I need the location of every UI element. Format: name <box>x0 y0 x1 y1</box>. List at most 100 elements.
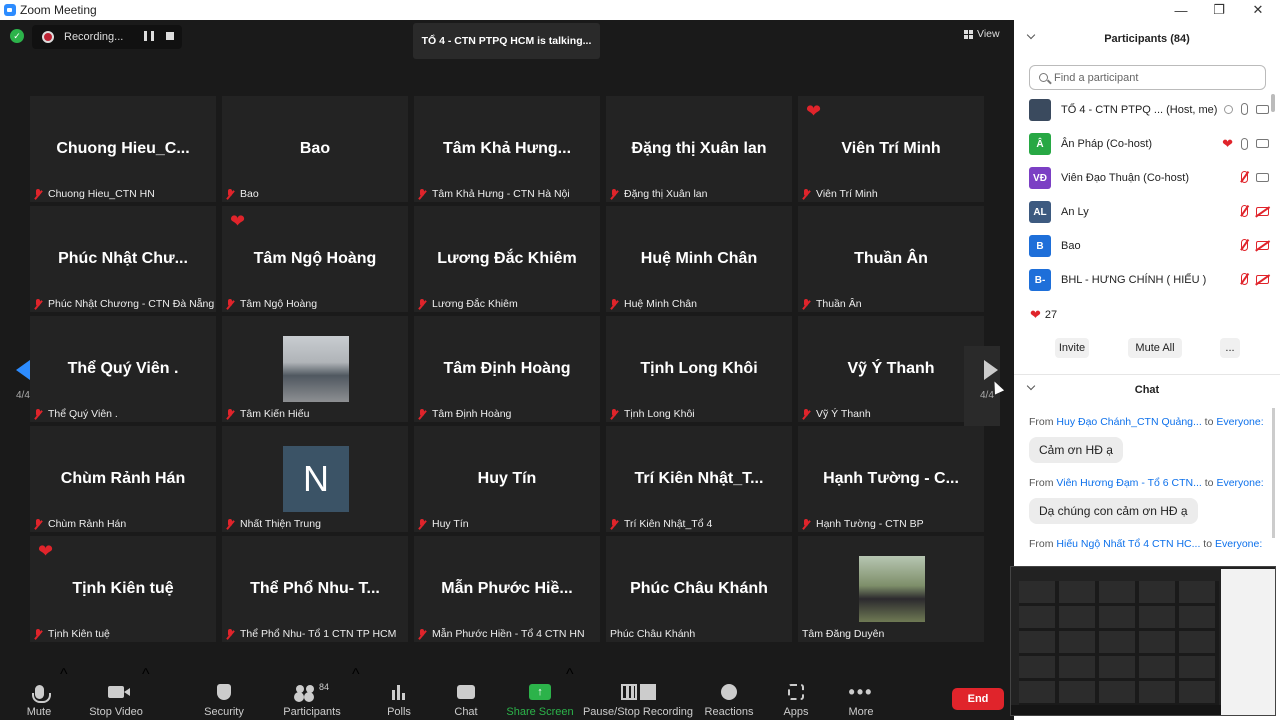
to-word: to <box>1204 477 1214 489</box>
participant-tile[interactable]: Tâm Kiến Hiếu <box>222 316 408 422</box>
share-screen-button[interactable]: ↑ Share Screen <box>506 666 574 720</box>
participant-row[interactable]: B Bao <box>1029 229 1269 263</box>
muted-mic-icon[interactable] <box>1241 205 1248 217</box>
previous-page-button[interactable]: 4/4 <box>10 346 38 426</box>
participant-tile[interactable]: Huệ Minh Chân Huệ Minh Chân <box>606 206 792 312</box>
participant-tile[interactable]: Vỹ Ý Thanh Vỹ Ý Thanh <box>798 316 984 422</box>
audio-options-caret[interactable]: ^ <box>60 666 68 720</box>
participant-name-label: Lương Đắc Khiêm <box>418 298 518 310</box>
participant-tile[interactable]: Hạnh Tường - C... Hạnh Tường - CTN BP <box>798 426 984 532</box>
participant-tile[interactable]: Đặng thị Xuân lan Đặng thị Xuân lan <box>606 96 792 202</box>
microphone-icon[interactable] <box>1241 137 1248 150</box>
video-off-icon[interactable] <box>1256 274 1269 284</box>
collapse-chat-chevron-icon[interactable] <box>1026 381 1036 391</box>
chat-sender[interactable]: Hiếu Ngộ Nhất Tổ 4 CTN HC... <box>1056 538 1200 550</box>
participant-tile[interactable]: Thể Quý Viên . Thể Quý Viên . <box>30 316 216 422</box>
apps-button[interactable]: Apps <box>782 666 810 720</box>
participant-tile[interactable]: Tịnh Kiên tuệ ❤ Tịnh Kiên tuệ <box>30 536 216 642</box>
participant-tile[interactable]: Phúc Nhật Chư... Phúc Nhật Chương - CTN Đ… <box>30 206 216 312</box>
participants-button[interactable]: 84 Participants <box>282 666 342 720</box>
pause-recording-icon[interactable] <box>144 31 154 41</box>
stop-video-button[interactable]: Stop Video <box>88 666 144 720</box>
muted-mic-icon[interactable] <box>1241 171 1248 183</box>
mute-button[interactable]: Mute <box>20 666 58 720</box>
muted-mic-icon <box>226 188 234 200</box>
security-button[interactable]: Security <box>200 666 248 720</box>
video-options-caret[interactable]: ^ <box>142 666 150 720</box>
participant-search-input[interactable] <box>1054 71 1254 84</box>
chat-button[interactable]: Chat <box>452 666 480 720</box>
from-word: From <box>1029 477 1054 489</box>
microphone-icon <box>31 685 51 703</box>
participant-tile[interactable]: Chùm Rảnh Hán Chùm Rảnh Hán <box>30 426 216 532</box>
participant-tile[interactable]: Tâm Đăng Duyên <box>798 536 984 642</box>
participant-row[interactable]: VĐ Viên Đạo Thuận (Co-host) <box>1029 161 1269 195</box>
more-button[interactable]: ••• More <box>846 666 876 720</box>
microphone-icon[interactable] <box>1241 103 1248 115</box>
participant-tile[interactable]: Tịnh Long Khôi Tịnh Long Khôi <box>606 316 792 422</box>
video-off-icon[interactable] <box>1256 206 1269 216</box>
polls-button[interactable]: Polls <box>385 666 413 720</box>
video-off-icon[interactable] <box>1256 240 1269 250</box>
participant-row[interactable]: TỔ 4 - CTN PTPQ ... (Host, me) <box>1029 93 1269 127</box>
participant-tile[interactable]: Mẫn Phước Hiề... Mẫn Phước Hiền - Tổ 4 CT… <box>414 536 600 642</box>
chat-sender[interactable]: Huy Đạo Chánh_CTN Quảng... <box>1056 416 1201 428</box>
participant-tile[interactable]: Thể Phổ Nhu- T... Thể Phổ Nhu- Tổ 1 CTN T… <box>222 536 408 642</box>
participants-icon <box>295 685 315 699</box>
participants-more-button[interactable]: ... <box>1220 338 1240 358</box>
chat-scrollbar[interactable] <box>1272 408 1275 538</box>
participant-tile[interactable]: Tâm Định Hoàng Tâm Định Hoàng <box>414 316 600 422</box>
screen-share-thumbnail[interactable] <box>1010 566 1276 716</box>
participant-tile[interactable]: Tâm Ngộ Hoàng ❤ Tâm Ngộ Hoàng <box>222 206 408 312</box>
pause-stop-recording-button[interactable]: Pause/Stop Recording <box>583 666 693 720</box>
participant-tile[interactable]: Chuong Hieu_C... Chuong Hieu_CTN HN <box>30 96 216 202</box>
minimize-button[interactable]: — <box>1161 0 1201 20</box>
participant-display-name: Chùm Rảnh Hán <box>60 470 186 487</box>
participant-tile[interactable]: Trí Kiên Nhật_T... Trí Kiên Nhật_Tổ 4 <box>606 426 792 532</box>
participant-tile[interactable]: N Nhất Thiện Trung <box>222 426 408 532</box>
end-meeting-button[interactable]: End <box>952 688 1004 710</box>
invite-button[interactable]: Invite <box>1055 338 1089 358</box>
video-camera-icon[interactable] <box>1256 139 1269 148</box>
participant-row[interactable]: B- BHL - HƯNG CHÍNH ( HIẾU ) <box>1029 263 1269 297</box>
participant-tile[interactable]: Thuần Ân Thuần Ân <box>798 206 984 312</box>
maximize-button[interactable]: ❐ <box>1199 0 1239 20</box>
stop-recording-icon[interactable] <box>166 32 174 40</box>
encryption-shield-icon[interactable]: ✓ <box>10 29 24 43</box>
heart-icon[interactable]: ❤ <box>1222 137 1233 150</box>
participant-tile[interactable]: Tâm Khả Hưng... Tâm Khả Hưng - CTN Hà Nội <box>414 96 600 202</box>
muted-mic-icon[interactable] <box>1241 273 1248 285</box>
heart-icon: ❤ <box>1030 307 1041 322</box>
mute-all-button[interactable]: Mute All <box>1128 338 1182 358</box>
participant-search-box[interactable] <box>1029 65 1266 90</box>
video-camera-icon[interactable] <box>1256 104 1269 114</box>
participant-tile[interactable]: Huy Tín Huy Tín <box>414 426 600 532</box>
thumbnail-grid <box>1019 581 1219 709</box>
chat-message-bubble: Cảm ơn HĐ ạ <box>1029 437 1123 463</box>
participant-tile[interactable]: Viên Trí Minh ❤ Viên Trí Minh <box>798 96 984 202</box>
participant-name: Hạnh Tường - CTN BP <box>816 518 924 530</box>
participant-tile[interactable]: Lương Đắc Khiêm Lương Đắc Khiêm <box>414 206 600 312</box>
participant-row-name: Viên Đạo Thuận (Co-host) <box>1061 172 1189 184</box>
share-options-caret[interactable]: ^ <box>566 666 574 720</box>
chat-recipient[interactable]: Everyone: <box>1216 477 1263 489</box>
muted-mic-icon[interactable] <box>1241 239 1248 251</box>
close-button[interactable]: ✕ <box>1238 0 1278 20</box>
participant-tile[interactable]: Phúc Châu Khánh Phúc Châu Khánh <box>606 536 792 642</box>
recording-status-icon[interactable] <box>1224 104 1233 114</box>
participant-display-name: Đặng thị Xuân lan <box>631 140 767 157</box>
chat-recipient[interactable]: Everyone: <box>1215 538 1262 550</box>
participant-display-name: Phúc Nhật Chư... <box>58 250 188 267</box>
participant-row[interactable]: AL An Ly <box>1029 195 1269 229</box>
participants-options-caret[interactable]: ^ <box>352 666 360 720</box>
participant-tile[interactable]: Bao Bao <box>222 96 408 202</box>
participant-list-scrollbar[interactable] <box>1271 94 1275 112</box>
chat-sender[interactable]: Viên Hương Đạm - Tổ 6 CTN... <box>1056 477 1201 489</box>
video-camera-icon[interactable] <box>1256 172 1269 182</box>
chat-recipient[interactable]: Everyone: <box>1216 416 1263 428</box>
reactions-button[interactable]: Reactions <box>705 666 753 720</box>
participants-header: Participants (84) <box>1014 24 1280 54</box>
view-button[interactable]: View <box>964 28 1000 40</box>
participant-row[interactable]: Â Ân Pháp (Co-host) ❤ <box>1029 127 1269 161</box>
collapse-participants-chevron-icon[interactable] <box>1026 30 1036 40</box>
